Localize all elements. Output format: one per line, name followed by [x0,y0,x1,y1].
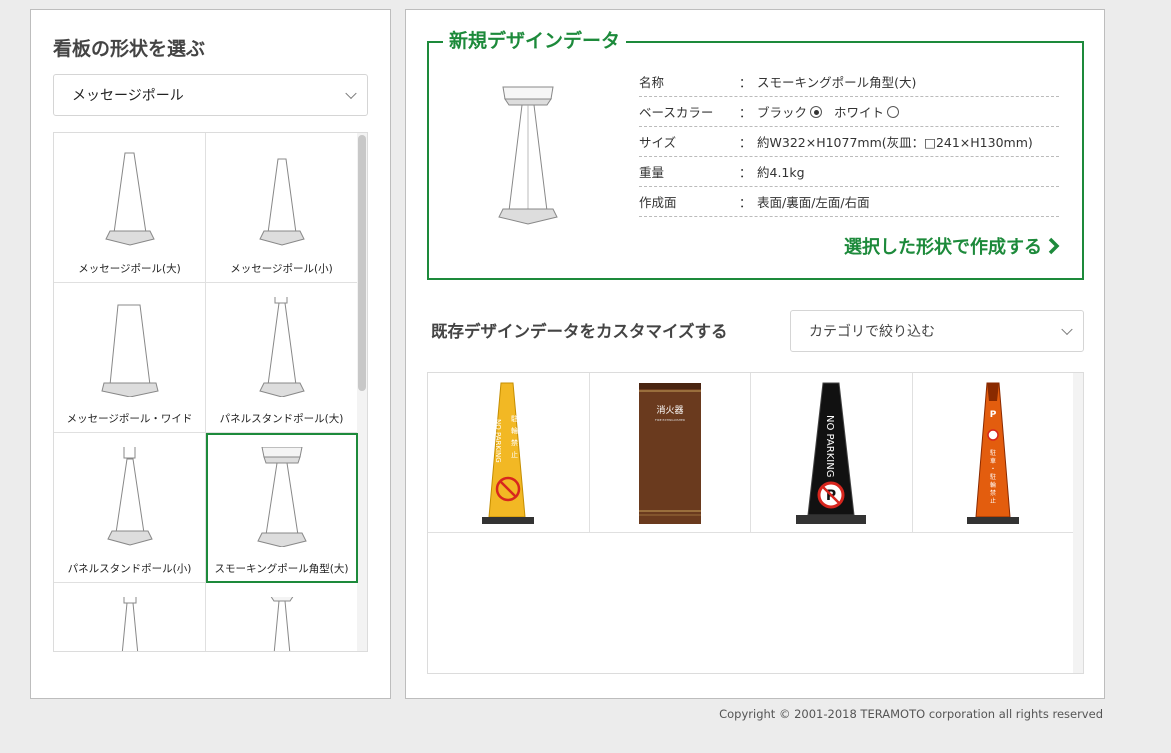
base-color-black-label: ブラック [757,105,808,120]
spec-row-size: サイズ ： 約W322×H1077mm(灰皿：□241×H130mm) [639,127,1059,157]
svg-text:禁: 禁 [990,490,996,497]
svg-text:駐: 駐 [511,414,518,423]
shape-option-message-pole-large[interactable]: メッセージポール(大) [54,133,206,283]
existing-designs-grid: NO PARKING 駐 輪 禁 止 消火器 FIRE EXTINGUISHER… [427,372,1084,674]
svg-text:車: 車 [990,457,996,465]
pole-partial-icon [270,597,294,651]
spec-table: 名称 ： スモーキングポール角型(大) ベースカラー ： ブラック ホワイト サ… [639,67,1059,217]
spec-value: 約W322×H1077mm(灰皿：□241×H130mm) [757,135,1033,150]
shape-option-message-pole-small[interactable]: メッセージポール(小) [206,133,358,283]
spec-value: 約4.1kg [757,165,805,180]
shape-grid-scrollbar[interactable] [357,133,367,651]
message-pole-small-icon [259,158,305,246]
shape-option-panel-stand-pole-small[interactable]: パネルスタンドポール(小) [54,433,206,583]
shape-option-panel-stand-pole-large[interactable]: パネルスタンドポール(大) [206,283,358,433]
shape-label: メッセージポール・ワイド [66,413,193,425]
copyright-text: Copyright © 2001-2018 TERAMOTO corporati… [719,707,1103,721]
shape-option-message-pole-wide[interactable]: メッセージポール・ワイド [54,283,206,433]
shape-option-partial-1[interactable] [54,583,206,651]
svg-text:NO PARKING: NO PARKING [824,415,835,477]
shape-label: パネルスタンドポール(小) [67,563,192,575]
shape-category-value: メッセージポール [72,88,184,104]
svg-text:禁: 禁 [511,439,518,447]
svg-text:駐: 駐 [990,473,996,481]
design-wood-fire-extinguisher-sign[interactable]: 消火器 FIRE EXTINGUISHER [589,373,751,533]
spec-key: サイズ [639,135,677,150]
spec-row-weight: 重量 ： 約4.1kg [639,157,1059,187]
base-color-black-radio[interactable] [810,106,823,118]
spec-key: ベースカラー [639,105,714,120]
svg-text:NO PARKING: NO PARKING [494,419,502,463]
design-orange-no-parking-pole[interactable]: P 駐 車 ・ 駐 輪 禁 止 [912,373,1074,533]
smoking-pole-preview-image [498,86,558,225]
spec-colon: ： [739,75,752,90]
new-design-box: 新規デザインデータ 名称 ： スモーキングポール角型(大) ベースカラー ： ブ… [427,26,1084,280]
chevron-down-icon [345,87,357,100]
svg-text:駐: 駐 [990,449,996,457]
svg-text:輪: 輪 [511,426,518,435]
orange-no-parking-pole-image: P 駐 車 ・ 駐 輪 禁 止 [966,382,1019,524]
svg-text:止: 止 [511,450,518,459]
spec-row-name: 名称 ： スモーキングポール角型(大) [639,67,1059,97]
svg-text:P: P [989,410,996,420]
create-with-shape-label: 選択した形状で作成する [844,237,1042,258]
message-pole-wide-icon [101,304,159,397]
scrollbar-thumb[interactable] [358,135,366,391]
category-filter-select[interactable]: カテゴリで絞り込む [790,310,1084,352]
message-pole-large-icon [105,152,155,246]
shape-option-smoking-pole-square-large[interactable]: スモーキングポール角型(大) [206,433,358,583]
svg-text:輪: 輪 [990,481,996,489]
shape-option-partial-2[interactable] [206,583,358,651]
svg-text:・: ・ [990,466,996,473]
base-color-white-label: ホワイト [834,105,885,120]
spec-value: 表面/裏面/左面/右面 [757,195,870,210]
create-with-shape-button[interactable]: 選択した形状で作成する [844,233,1060,259]
shape-label: メッセージポール(小) [230,263,333,275]
spec-colon: ： [739,105,752,120]
spec-colon: ： [739,165,752,180]
base-color-white-radio[interactable] [887,106,900,118]
shape-category-select[interactable]: メッセージポール [53,74,368,116]
chevron-down-icon [1061,323,1073,336]
shape-selector-panel: 看板の形状を選ぶ メッセージポール メッセージポール(大) メッセージポール(小… [30,9,391,699]
design-yellow-no-parking-pole[interactable]: NO PARKING 駐 輪 禁 止 [428,373,590,533]
shape-label: パネルスタンドポール(大) [219,413,344,425]
spec-value: スモーキングポール角型(大) [757,75,917,90]
shape-grid: メッセージポール(大) メッセージポール(小) メッセージポール・ワイド パネル… [54,133,358,651]
pole-partial-icon [121,597,139,651]
base-color-options: ブラック ホワイト [757,102,907,121]
panel-stand-pole-large-icon [259,297,305,397]
wood-fire-extinguisher-sign-image: 消火器 FIRE EXTINGUISHER [638,383,701,524]
smoking-pole-square-large-icon [257,447,307,547]
spec-colon: ： [739,195,752,210]
shape-grid-container: メッセージポール(大) メッセージポール(小) メッセージポール・ワイド パネル… [53,132,368,652]
design-panel: 新規デザインデータ 名称 ： スモーキングポール角型(大) ベースカラー ： ブ… [405,9,1105,699]
chevron-right-icon [1048,237,1060,255]
black-no-parking-pole-image: NO PARKING P [796,382,867,524]
spec-key: 重量 [639,165,665,180]
design-row: NO PARKING 駐 輪 禁 止 消火器 FIRE EXTINGUISHER… [428,373,1074,533]
spec-key: 名称 [639,75,665,90]
existing-designs-title: 既存デザインデータをカスタマイズする [431,322,728,341]
designs-scrollbar[interactable] [1073,373,1083,673]
svg-text:止: 止 [990,497,996,505]
svg-text:FIRE EXTINGUISHER: FIRE EXTINGUISHER [655,418,685,422]
shape-label: メッセージポール(大) [78,263,181,275]
new-design-title: 新規デザインデータ [443,26,627,53]
category-filter-placeholder: カテゴリで絞り込む [809,324,935,340]
design-black-no-parking-pole[interactable]: NO PARKING P [751,373,913,533]
yellow-no-parking-pole-image: NO PARKING 駐 輪 禁 止 [482,382,535,524]
spec-row-base-color: ベースカラー ： ブラック ホワイト [639,97,1059,127]
shape-label: スモーキングポール角型(大) [214,563,349,575]
panel-stand-pole-small-icon [107,447,153,546]
svg-text:消火器: 消火器 [656,404,683,416]
spec-colon: ： [739,135,752,150]
spec-key: 作成面 [639,195,677,210]
spec-row-faces: 作成面 ： 表面/裏面/左面/右面 [639,187,1059,217]
shape-selector-title: 看板の形状を選ぶ [53,38,206,60]
